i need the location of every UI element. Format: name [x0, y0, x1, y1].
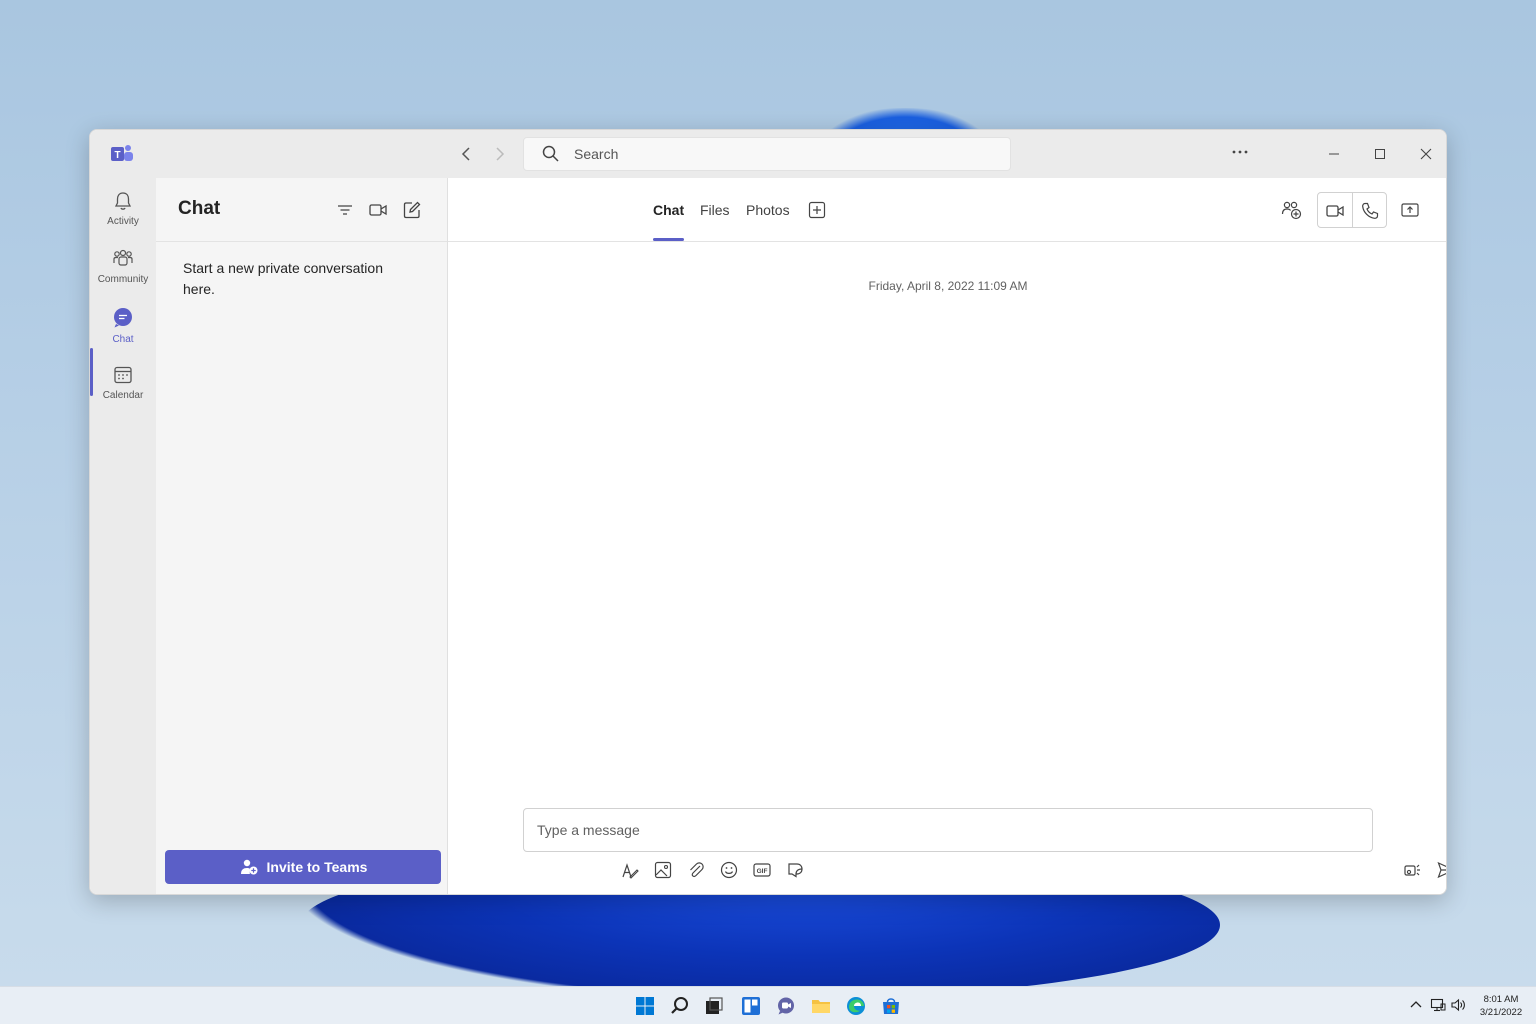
microsoft-store-icon[interactable]	[880, 995, 902, 1017]
minimize-icon[interactable]	[1322, 142, 1346, 166]
call-buttons-group	[1317, 192, 1387, 228]
add-people-icon[interactable]	[1280, 198, 1304, 222]
teams-chat-taskbar-icon[interactable]	[775, 995, 797, 1017]
teams-logo-icon: T	[111, 145, 133, 161]
chat-list-title: Chat	[178, 198, 221, 219]
edge-browser-icon[interactable]	[845, 995, 867, 1017]
video-call-icon[interactable]	[1325, 201, 1345, 221]
rail-label-chat: Chat	[112, 334, 134, 345]
message-composer[interactable]	[523, 808, 1373, 852]
audio-call-icon[interactable]	[1360, 201, 1380, 221]
rail-label-activity: Activity	[107, 216, 139, 227]
volume-icon[interactable]	[1450, 997, 1466, 1013]
taskbar: 8:01 AM 3/21/2022	[0, 986, 1536, 1024]
rail-item-activity[interactable]: Activity	[90, 184, 156, 240]
share-screen-icon[interactable]	[1398, 198, 1422, 222]
message-input[interactable]	[537, 822, 1337, 838]
chat-list-pane: Chat Start a new private conversation he…	[156, 178, 448, 894]
widgets-icon[interactable]	[740, 995, 762, 1017]
community-icon	[113, 249, 133, 266]
tab-photos[interactable]: Photos	[746, 202, 790, 218]
chat-list-header: Chat	[156, 178, 447, 242]
taskbar-search-icon[interactable]	[669, 995, 691, 1017]
new-chat-compose-icon[interactable]	[402, 200, 422, 220]
clock-date: 3/21/2022	[1479, 1007, 1523, 1018]
gif-icon[interactable]: GIF	[752, 860, 772, 880]
filter-icon[interactable]	[335, 200, 355, 220]
back-arrow-icon[interactable]	[456, 144, 476, 164]
loop-audio-icon[interactable]	[1403, 860, 1423, 880]
app-rail: Activity Community Chat Calendar	[90, 178, 156, 894]
invite-people-icon	[240, 859, 258, 875]
network-icon[interactable]	[1430, 997, 1446, 1013]
rail-label-calendar: Calendar	[102, 390, 144, 401]
rail-item-community[interactable]: Community	[90, 242, 156, 298]
clock-time: 8:01 AM	[1483, 994, 1519, 1005]
search-icon	[542, 145, 559, 162]
tab-chat[interactable]: Chat	[653, 202, 684, 218]
invite-button-label: Invite to Teams	[266, 859, 368, 875]
add-tab-icon[interactable]	[808, 201, 826, 219]
bell-icon	[114, 192, 132, 210]
call-group-divider	[1352, 193, 1353, 227]
maximize-icon[interactable]	[1368, 142, 1392, 166]
attach-icon[interactable]	[686, 860, 706, 880]
rail-item-chat[interactable]: Chat	[90, 300, 156, 356]
search-bar[interactable]	[523, 137, 1011, 171]
conversation-header: Chat Files Photos	[448, 178, 1446, 242]
close-icon[interactable]	[1414, 142, 1438, 166]
title-bar: T	[90, 130, 1446, 178]
file-explorer-icon[interactable]	[810, 995, 832, 1017]
rail-item-calendar[interactable]: Calendar	[90, 358, 156, 414]
teams-window: T Search Activity Community Chat Calenda…	[89, 129, 1447, 895]
show-hidden-icons-chevron-icon[interactable]	[1408, 997, 1424, 1013]
windows-start-icon[interactable]	[634, 995, 656, 1017]
invite-to-teams-button[interactable]: Invite to Teams	[165, 850, 441, 884]
system-clock[interactable]: 8:01 AM 3/21/2022	[1472, 993, 1530, 1019]
svg-text:GIF: GIF	[757, 868, 768, 875]
calendar-icon	[114, 366, 132, 384]
meet-now-video-icon[interactable]	[368, 200, 388, 220]
format-icon[interactable]	[620, 860, 640, 880]
task-view-icon[interactable]	[703, 995, 725, 1017]
more-options-icon[interactable]	[1228, 142, 1252, 166]
tab-files[interactable]: Files	[700, 202, 730, 218]
emoji-icon[interactable]	[719, 860, 739, 880]
search-input[interactable]	[574, 146, 974, 162]
svg-text:T: T	[114, 150, 120, 161]
empty-conversation-message: Start a new private conversation here.	[183, 260, 383, 297]
active-tab-indicator	[653, 238, 684, 241]
send-icon[interactable]	[1436, 860, 1447, 880]
conversation-pane: Chat Files Photos Friday, April 8, 2022 …	[448, 178, 1447, 894]
message-timestamp: Friday, April 8, 2022 11:09 AM	[868, 279, 1028, 293]
image-icon[interactable]	[653, 860, 673, 880]
chat-bubble-icon	[114, 308, 132, 328]
rail-label-community: Community	[97, 274, 149, 285]
sticker-icon[interactable]	[785, 860, 805, 880]
forward-arrow-icon[interactable]	[490, 144, 510, 164]
